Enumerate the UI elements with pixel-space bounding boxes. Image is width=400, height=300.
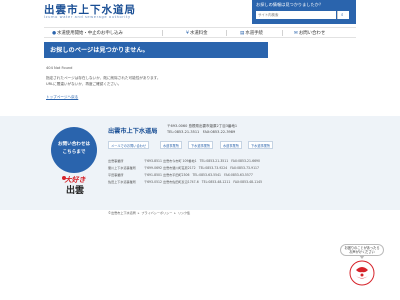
nav-label: 水道手続 — [245, 30, 263, 36]
footer-org-name: 出雲市上下水道局 — [108, 128, 158, 135]
search-button[interactable]: ⌕ — [337, 11, 349, 19]
sewer-office-button-2[interactable]: 下水道事業所 — [248, 141, 274, 149]
nav-label: お問い合わせ — [298, 30, 326, 36]
office-detail: 〒699-0692 出雲市斐川町荘原2172 TEL:0853-73-9224 … — [144, 166, 259, 170]
search-prompt: お探しの情報は見つかりましたか？ — [256, 2, 324, 7]
chat-bot-icon[interactable] — [349, 260, 375, 286]
nav-label: 水道使用開始・中止のお申し込み — [57, 30, 123, 36]
nav-item-procedures[interactable]: ▤水道手続 — [240, 30, 263, 36]
page-title: お探しのページは見つかりません。 — [50, 47, 149, 54]
site-logo-subtitle: Izumo water and sewerage authority — [44, 15, 131, 19]
svg-text:大好き: 大好き — [64, 175, 87, 184]
nav-item-contact[interactable]: ✉お問い合わせ — [294, 30, 325, 36]
water-office-button[interactable]: 水道事業所 — [160, 141, 182, 149]
error-message-line: URLに間違いがないか、再度ご確認ください。 — [46, 82, 122, 86]
inquiry-line2: こちらまで — [62, 150, 86, 155]
nav-divider — [162, 30, 163, 36]
yen-icon: ¥ — [186, 30, 189, 36]
document-icon: ▤ — [240, 30, 245, 36]
link-collection-link[interactable]: リンク集 — [178, 211, 190, 215]
chat-balloon-tail — [359, 255, 365, 259]
nav-item-water-fee[interactable]: ¥水道料金 — [186, 30, 208, 36]
search-panel: お探しの情報は見つかりましたか？ ⌕ — [252, 0, 356, 24]
error-code: 404 Not Found — [46, 66, 73, 70]
footer-address: 〒693-0060 島根県出雲市姫原2丁目3番地1 — [167, 124, 238, 128]
error-message-line: 指定されたページは存在しないか、既に削除された可能性があります。 — [46, 76, 161, 80]
inquiry-badge: お問い合わせは こちらまで — [51, 127, 97, 173]
svg-text:出雲: 出雲 — [66, 184, 84, 196]
footer-links: ©出雲市上下水道局 ▸ プライバシーポリシー ▸ リンク集 — [108, 211, 191, 215]
nav-item-water-start-stop[interactable]: ●水道使用開始・中止のお申し込み — [52, 30, 123, 36]
office-name: 佐田上下水道事業所 — [108, 180, 136, 184]
sewer-office-button[interactable]: 下水道事業所 — [188, 141, 214, 149]
water-office-button-2[interactable]: 水道事業所 — [220, 141, 242, 149]
office-detail: 〒693-0512 出雲市佐田町反辺1747-6 TEL:0853-48-121… — [144, 180, 263, 184]
office-detail: 〒693-8511 出雲市今市町 109番地1 TEL:0853-21-3511… — [144, 159, 260, 163]
back-to-top-link[interactable]: トップページへ戻る — [46, 95, 78, 100]
footer-tel: TEL:0853-21-3511 FAX:0853-22-3989 — [167, 130, 236, 134]
inquiry-line1: お問い合わせは — [57, 142, 91, 147]
nav-label: 水道料金 — [189, 30, 208, 36]
search-icon: ⌕ — [341, 13, 344, 18]
office-name: 平田事業所 — [108, 173, 124, 177]
global-nav: ●水道使用開始・中止のお申し込み ¥水道料金 ▤水道手続 ✉お問い合わせ — [44, 27, 356, 38]
copyright: ©出雲市上下水道局 — [108, 211, 136, 215]
faucet-icon: ● — [52, 30, 57, 36]
chat-balloon-line2: お声がけください — [349, 249, 375, 254]
mail-contact-button[interactable]: メールでのお問い合わせ — [108, 141, 150, 149]
office-name: 出雲事業所 — [108, 159, 124, 163]
page-title-bar: お探しのページは見つかりません。 — [44, 42, 268, 58]
search-input[interactable] — [256, 11, 336, 19]
office-name: 斐川上下水道事業所 — [108, 166, 136, 170]
mail-icon: ✉ — [294, 30, 298, 36]
nav-divider — [226, 30, 227, 36]
mascot-logo: 大好き 出雲 — [62, 175, 87, 196]
nav-divider — [282, 30, 283, 36]
office-detail: 〒691-8501 出雲市平田町2306 TEL:0853-63-5541 FA… — [144, 173, 253, 177]
privacy-policy-link[interactable]: プライバシーポリシー — [141, 211, 172, 215]
